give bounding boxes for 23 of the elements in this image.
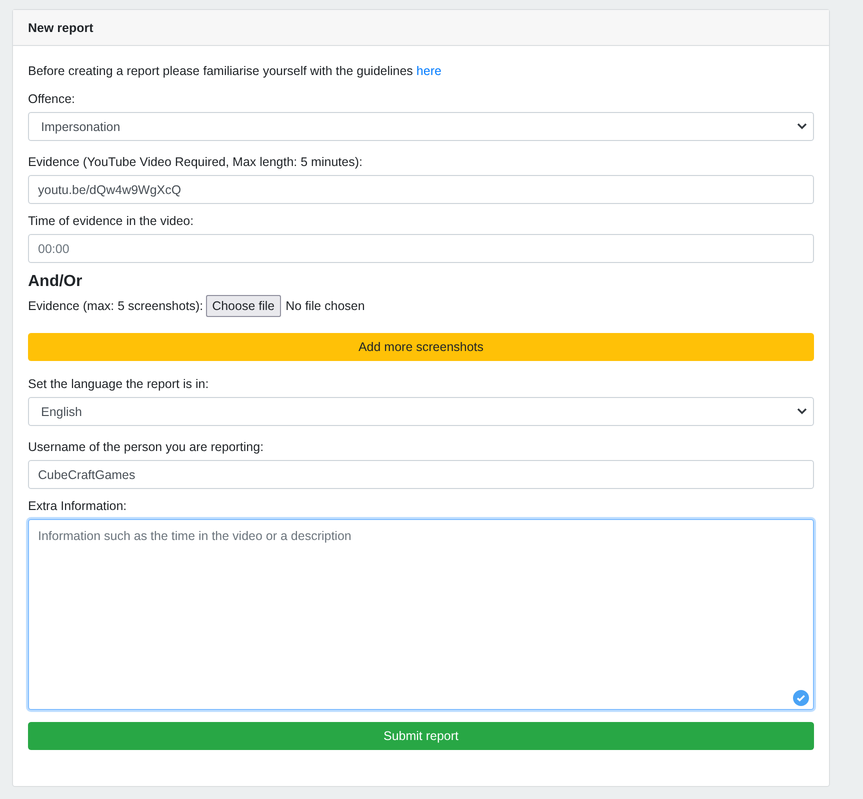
field-label: Evidence (YouTube Video Required, Max length: 5 minutes): [28,154,364,171]
guidelines-link[interactable]: here [416,64,442,78]
dropdown-field[interactable]: Impersonation [28,112,814,141]
chevron-down-icon [797,123,807,130]
check-badge-icon [793,690,809,706]
dropdown-field[interactable]: English [28,397,814,426]
text-field[interactable]: youtu.be/dQw4w9WgXcQ [28,175,814,204]
field-label: Offence: [28,91,76,108]
text-field[interactable]: CubeCraftGames [28,460,814,489]
intro-text: Before creating a report please familiarise yourself with the guidelines here [28,63,442,80]
text-field[interactable]: 00:00 [28,234,814,263]
chevron-down-icon [797,408,807,415]
section-heading: And/Or [28,272,84,292]
field-label: Time of evidence in the video: [28,213,195,230]
choose-file-button[interactable]: Choose file [206,295,281,317]
field-label: Evidence (max: 5 screenshots): [28,298,204,315]
file-status: No file chosen [286,298,365,315]
card-title: New report [28,20,94,36]
field-label: Extra Information: [28,498,128,515]
add-screenshots-button[interactable]: Add more screenshots [28,333,814,361]
text-area[interactable]: Information such as the time in the video or a description [28,519,814,710]
field-label: Username of the person you are reporting: [28,439,265,456]
field-label: Set the language the report is in: [28,376,210,393]
